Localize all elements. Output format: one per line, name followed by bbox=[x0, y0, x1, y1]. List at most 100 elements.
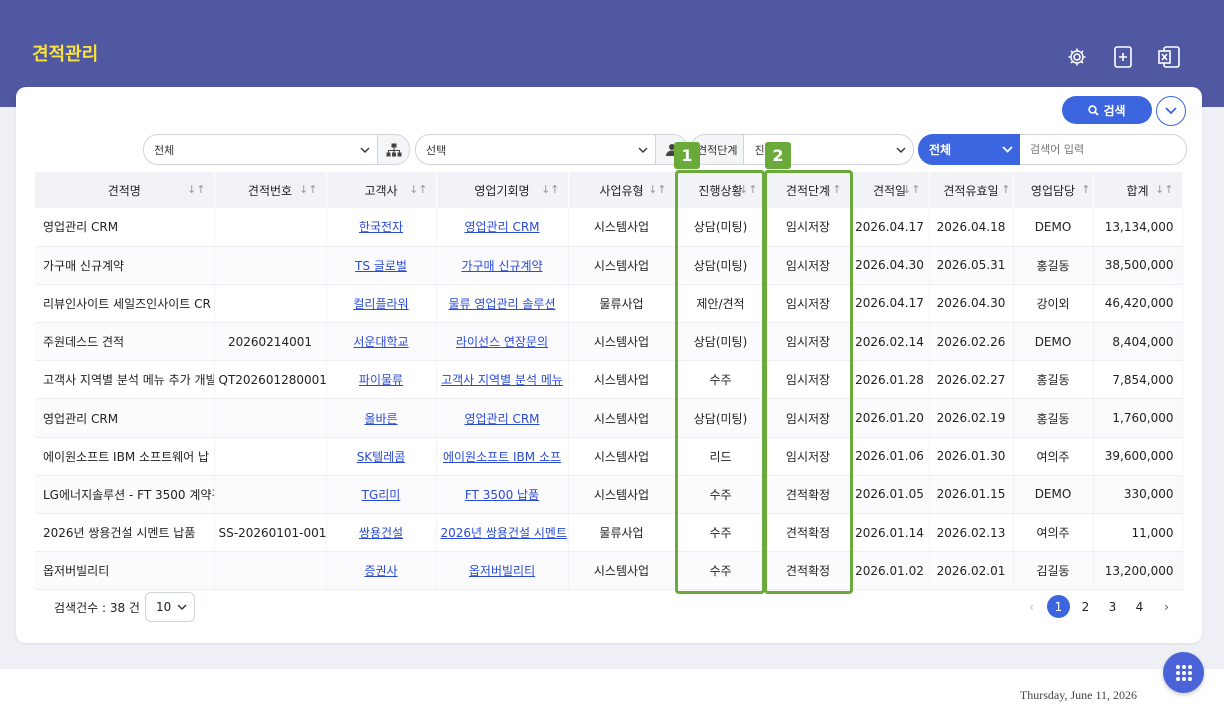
gear-icon[interactable] bbox=[1064, 44, 1090, 70]
cell-opportunity[interactable]: 영업관리 CRM bbox=[436, 208, 569, 247]
table-row[interactable]: 영업관리 CRM 한국전자 영업관리 CRM 시스템사업 상담(미팅) 임시저장 2026.… bbox=[35, 208, 1183, 247]
cell-quote-name[interactable]: 주원데스드 견적 bbox=[35, 322, 215, 362]
page-2[interactable]: 2 bbox=[1072, 595, 1099, 618]
pagination: ‹ 1 2 3 4 › bbox=[1018, 595, 1180, 618]
cell-customer[interactable]: 올바른 bbox=[326, 398, 437, 438]
search-button[interactable]: 검색 bbox=[1062, 96, 1152, 124]
cell-customer[interactable]: 한국전자 bbox=[326, 208, 437, 247]
col-header[interactable]: 영업담당 ↑ bbox=[1013, 172, 1094, 208]
sort-icon[interactable]: ↓↑ bbox=[1155, 183, 1173, 196]
chevron-down-icon bbox=[631, 147, 655, 153]
cell-quote-date: 2026.04.30 bbox=[850, 246, 930, 285]
dept-select[interactable]: 전체 bbox=[143, 134, 410, 165]
keyword-input[interactable] bbox=[1020, 134, 1187, 165]
cell-customer[interactable]: SK텔레콤 bbox=[326, 437, 437, 476]
cell-total: 330,000 bbox=[1093, 475, 1183, 515]
sort-icon[interactable]: ↓↑ bbox=[823, 183, 841, 196]
table-row[interactable]: 옵저버빌리티 증권사 옵저버빌리티 시스템사업 수주 견적확정 2026.01.02 2026… bbox=[35, 551, 1183, 591]
page-1[interactable]: 1 bbox=[1047, 595, 1070, 618]
cell-customer[interactable]: 쌍용건설 bbox=[326, 513, 437, 553]
sort-icon[interactable]: ↓↑ bbox=[541, 183, 559, 196]
col-header[interactable]: 진행상황 ↓↑ bbox=[675, 172, 767, 208]
cell-quote-name[interactable]: 리뷰인사이트 세일즈인사이트 CR bbox=[35, 284, 215, 324]
cell-progress: 제안/견적 bbox=[675, 284, 767, 324]
cell-quote-name[interactable]: 에이원소프트 IBM 소프트웨어 납 bbox=[35, 437, 215, 476]
sort-icon[interactable]: ↓↑ bbox=[299, 183, 317, 196]
next-page-icon[interactable]: › bbox=[1153, 595, 1180, 618]
sort-icon[interactable]: ↑ bbox=[1001, 183, 1010, 196]
cell-opportunity[interactable]: 고객사 지역별 분석 메뉴 bbox=[436, 360, 569, 400]
cell-quote-name[interactable]: 영업관리 CRM bbox=[35, 398, 215, 438]
cell-sales-rep: 홍길동 bbox=[1013, 398, 1094, 438]
app-menu-button[interactable] bbox=[1163, 652, 1204, 693]
customer-select[interactable]: 선택 bbox=[415, 134, 688, 165]
sort-icon[interactable]: ↓↑ bbox=[409, 183, 427, 196]
col-header[interactable]: 사업유형 ↓↑ bbox=[568, 172, 676, 208]
cell-opportunity[interactable]: 2026년 쌍용건설 시멘트 bbox=[436, 513, 569, 553]
col-header[interactable]: 고객사 ↓↑ bbox=[326, 172, 437, 208]
table-row[interactable]: 영업관리 CRM 올바른 영업관리 CRM 시스템사업 상담(미팅) 임시저장 2026.0… bbox=[35, 398, 1183, 438]
col-header[interactable]: 합계 ↓↑ bbox=[1093, 172, 1183, 208]
col-header[interactable]: 견적명 ↓↑ bbox=[35, 172, 215, 208]
cell-opportunity[interactable]: 물류 영업관리 솔루션 bbox=[436, 284, 569, 324]
sort-icon[interactable]: ↑ bbox=[1081, 183, 1090, 196]
cell-customer[interactable]: 컬리플라워 bbox=[326, 284, 437, 324]
cell-quote-name[interactable]: 고객사 지역별 분석 메뉴 추가 개발 bbox=[35, 360, 215, 400]
table-row[interactable]: LG에너지솔루션 - FT 3500 계약건 TG리미 FT 3500 납품 시스템사… bbox=[35, 475, 1183, 515]
cell-business-type: 물류사업 bbox=[568, 513, 676, 553]
cell-opportunity[interactable]: FT 3500 납품 bbox=[436, 475, 569, 515]
chevron-down-icon bbox=[177, 604, 187, 610]
cell-quote-name[interactable]: LG에너지솔루션 - FT 3500 계약건 bbox=[35, 475, 215, 515]
cell-quote-no bbox=[214, 284, 327, 324]
table-row[interactable]: 주원데스드 견적 20260214001 서운대학교 라이선스 연장문의 시스템사업 상담… bbox=[35, 322, 1183, 362]
stage-select[interactable]: 견적단계 진 bbox=[690, 134, 914, 165]
table-row[interactable]: 리뷰인사이트 세일즈인사이트 CR 컬리플라워 물류 영업관리 솔루션 물류사업 제안/… bbox=[35, 284, 1183, 324]
cell-customer[interactable]: TG리미 bbox=[326, 475, 437, 515]
cell-quote-name[interactable]: 가구매 신규계약 bbox=[35, 246, 215, 285]
col-header[interactable]: 견적단계 ↓↑ bbox=[766, 172, 851, 208]
sort-icon[interactable]: ↓↑ bbox=[902, 183, 920, 196]
col-header[interactable]: 영업기회명 ↓↑ bbox=[436, 172, 569, 208]
callout-badge-2: 2 bbox=[765, 142, 791, 169]
table-row[interactable]: 2026년 쌍용건설 시멘트 납품 SS-20260101-001 쌍용건설 2026… bbox=[35, 513, 1183, 553]
cell-customer[interactable]: 증권사 bbox=[326, 551, 437, 591]
cell-opportunity[interactable]: 에이원소프트 IBM 소프 bbox=[436, 437, 569, 476]
add-file-icon[interactable] bbox=[1110, 44, 1136, 70]
cell-stage: 임시저장 bbox=[766, 246, 851, 285]
org-chart-button[interactable] bbox=[377, 135, 409, 164]
cell-customer[interactable]: TS 글로벌 bbox=[326, 246, 437, 285]
table-row[interactable]: 고객사 지역별 분석 메뉴 추가 개발 QT202601280001 파이물류 고객사… bbox=[35, 360, 1183, 400]
cell-total: 13,200,000 bbox=[1093, 551, 1183, 591]
cell-opportunity[interactable]: 가구매 신규계약 bbox=[436, 246, 569, 285]
cell-opportunity[interactable]: 라이선스 연장문의 bbox=[436, 322, 569, 362]
sort-icon[interactable]: ↓↑ bbox=[739, 183, 757, 196]
cell-customer[interactable]: 서운대학교 bbox=[326, 322, 437, 362]
cell-quote-name[interactable]: 2026년 쌍용건설 시멘트 납품 bbox=[35, 513, 215, 553]
page-3[interactable]: 3 bbox=[1099, 595, 1126, 618]
cell-quote-date: 2026.04.17 bbox=[850, 284, 930, 324]
excel-icon[interactable] bbox=[1156, 44, 1182, 70]
keyword-scope-select[interactable]: 전체 bbox=[918, 134, 1021, 165]
page-size-select[interactable]: 10 bbox=[145, 592, 195, 622]
col-header[interactable]: 견적일 ↓↑ bbox=[850, 172, 930, 208]
page-4[interactable]: 4 bbox=[1126, 595, 1153, 618]
cell-opportunity[interactable]: 옵저버빌리티 bbox=[436, 551, 569, 591]
search-button-label: 검색 bbox=[1103, 103, 1126, 118]
col-header[interactable]: 견적유효일 ↑ bbox=[929, 172, 1014, 208]
dept-select-value: 전체 bbox=[154, 143, 175, 157]
prev-page-icon[interactable]: ‹ bbox=[1018, 595, 1045, 618]
col-header[interactable]: 견적번호 ↓↑ bbox=[214, 172, 327, 208]
sort-icon[interactable]: ↓↑ bbox=[187, 183, 205, 196]
cell-quote-no bbox=[214, 398, 327, 438]
cell-quote-name[interactable]: 옵저버빌리티 bbox=[35, 551, 215, 591]
cell-opportunity[interactable]: 영업관리 CRM bbox=[436, 398, 569, 438]
cell-valid-date: 2026.04.18 bbox=[929, 208, 1014, 247]
collapse-filter-button[interactable] bbox=[1156, 96, 1186, 126]
cell-business-type: 시스템사업 bbox=[568, 208, 676, 247]
cell-valid-date: 2026.02.13 bbox=[929, 513, 1014, 553]
cell-quote-name[interactable]: 영업관리 CRM bbox=[35, 208, 215, 247]
sort-icon[interactable]: ↓↑ bbox=[648, 183, 666, 196]
cell-customer[interactable]: 파이물류 bbox=[326, 360, 437, 400]
table-row[interactable]: 가구매 신규계약 TS 글로벌 가구매 신규계약 시스템사업 상담(미팅) 임시저장 202… bbox=[35, 246, 1183, 285]
table-row[interactable]: 에이원소프트 IBM 소프트웨어 납 SK텔레콤 에이원소프트 IBM 소프 시스템사… bbox=[35, 437, 1183, 476]
